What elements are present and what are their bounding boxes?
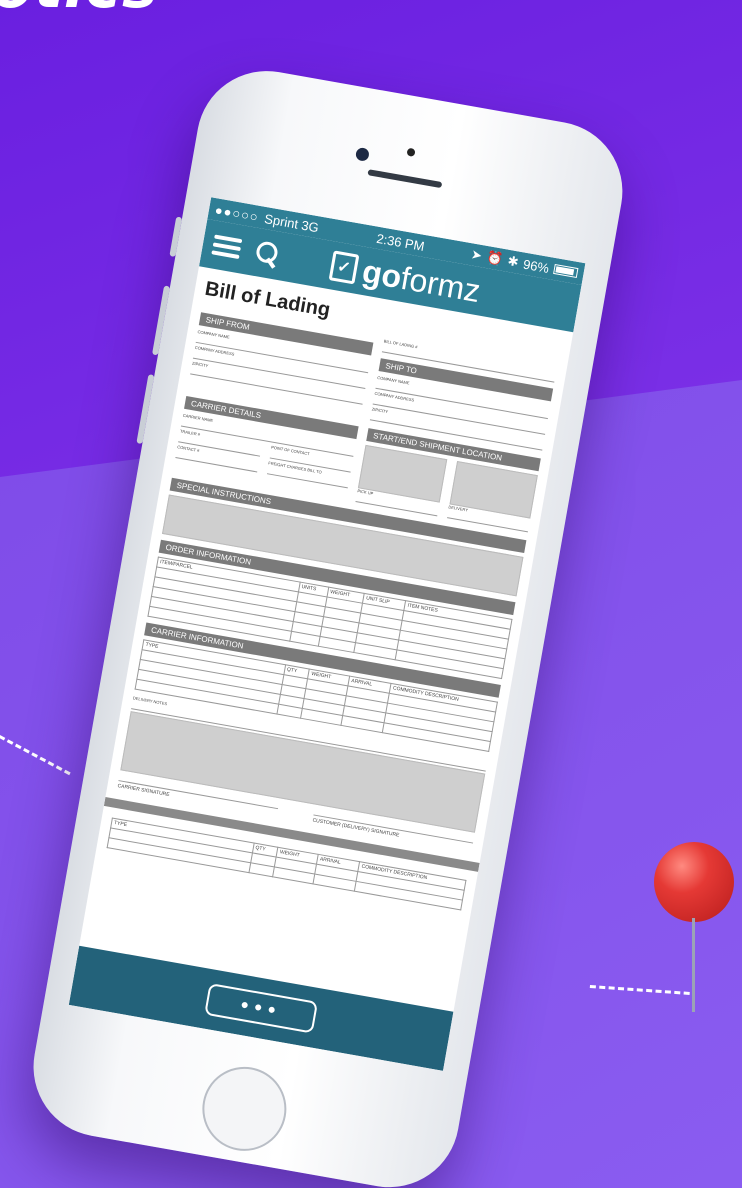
battery-percent: 96% [522,256,551,276]
bluetooth-icon: ✱ [506,252,520,270]
map-pin-icon [652,842,734,1012]
location-icon: ➤ [469,246,484,264]
battery-icon [553,263,579,278]
delivery-col: DELIVERY [446,460,538,534]
pin-head [654,842,734,922]
form-check-icon: ✓ [328,250,360,285]
hamburger-menu-icon[interactable] [211,234,243,260]
alarm-icon: ⏰ [485,249,505,267]
search-icon[interactable] [254,240,282,268]
pickup-col: PICK UP [355,444,447,518]
hero-heading: otics [0,0,159,22]
more-options-button[interactable]: ••• [204,982,319,1034]
pin-needle [692,918,695,1012]
